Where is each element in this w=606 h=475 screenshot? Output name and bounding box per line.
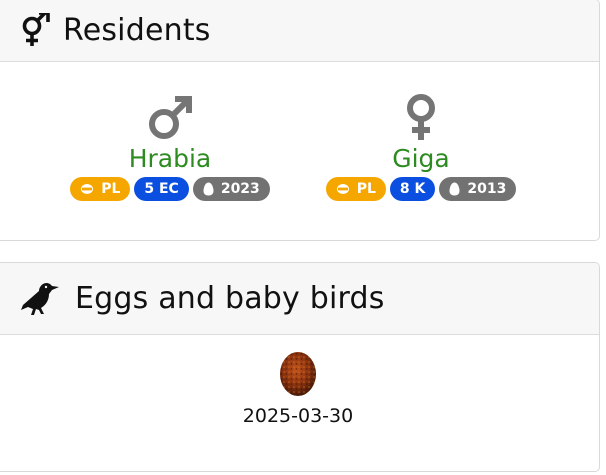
egg-item[interactable]: 2025-03-30 — [0, 351, 599, 427]
residents-card: Residents Hrabia PL 5 EC 2023 Giga PL 8 … — [0, 0, 600, 241]
year-badge-label: 2013 — [467, 181, 507, 197]
eggs-card: Eggs and baby birds 2025-03-30 — [0, 262, 600, 472]
egg-date: 2025-03-30 — [242, 405, 354, 427]
year-badge: 2013 — [439, 177, 517, 201]
eggs-title: Eggs and baby birds — [75, 281, 385, 316]
ring-code-badge: 5 EC — [134, 177, 189, 201]
eggs-header: Eggs and baby birds — [0, 263, 599, 335]
year-badge: 2023 — [192, 177, 270, 201]
ring-code-label: 5 EC — [144, 181, 179, 197]
ring-code-badge: 8 K — [389, 177, 436, 201]
ring-code-label: 8 K — [399, 181, 426, 197]
egg-icon — [449, 182, 460, 196]
mars-and-venus-icon — [19, 12, 55, 49]
ring-badge: PL — [325, 177, 386, 201]
venus-icon — [401, 94, 441, 141]
ring-badge-label: PL — [101, 181, 121, 197]
crow-icon — [19, 281, 61, 317]
resident-giga[interactable]: Giga PL 8 K 2013 — [306, 94, 536, 201]
egg-icon — [203, 182, 214, 196]
ring-icon — [336, 183, 350, 195]
resident-name[interactable]: Hrabia — [129, 143, 212, 175]
residents-header: Residents — [0, 0, 599, 62]
resident-badges: PL 8 K 2013 — [325, 177, 517, 201]
resident-hrabia[interactable]: Hrabia PL 5 EC 2023 — [55, 95, 285, 201]
egg-photo-icon[interactable] — [278, 351, 318, 401]
mars-icon — [147, 95, 193, 141]
residents-title: Residents — [63, 13, 211, 48]
ring-badge-label: PL — [356, 181, 376, 197]
ring-icon — [80, 183, 94, 195]
resident-badges: PL 5 EC 2023 — [70, 177, 270, 201]
year-badge-label: 2023 — [220, 181, 260, 197]
ring-badge: PL — [70, 177, 131, 201]
resident-name[interactable]: Giga — [392, 143, 450, 175]
